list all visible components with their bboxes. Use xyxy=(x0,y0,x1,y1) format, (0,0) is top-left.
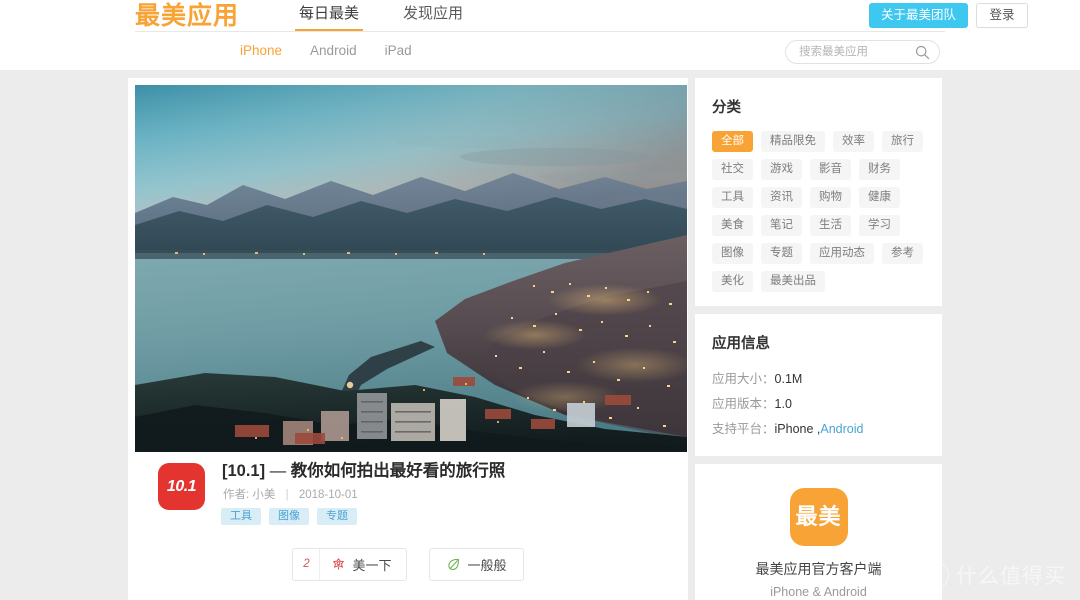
meh-button[interactable]: 一般般 xyxy=(428,548,524,581)
header-top-row: 最美应用 每日最美 发现应用 关于最美团队 登录 xyxy=(0,0,1080,32)
download-app-platforms: iPhone & Android xyxy=(770,585,867,599)
category-shopping[interactable]: 购物 xyxy=(810,187,851,208)
page-body: 10.1 [10.1] — 教你如何拍出最好看的旅行照 作者: 小美 | 201… xyxy=(0,70,1080,600)
header-bottom-row: iPhone Android iPad xyxy=(0,32,1080,70)
site-header: 最美应用 每日最美 发现应用 关于最美团队 登录 iPhone Android … xyxy=(0,0,1080,70)
category-list: 全部 精品限免 效率 旅行 社交 游戏 影音 财务 工具 资讯 购物 健康 美食… xyxy=(712,131,925,292)
platform-filter: iPhone Android iPad xyxy=(240,43,412,58)
category-travel[interactable]: 旅行 xyxy=(882,131,923,152)
nav-tab-discover[interactable]: 发现应用 xyxy=(399,0,467,32)
flower-icon xyxy=(333,558,345,570)
watermark-text: 什么值得买 xyxy=(956,565,1066,588)
article-meta: 作者: 小美 | 2018-10-01 xyxy=(223,486,358,502)
search-box[interactable] xyxy=(785,40,940,64)
app-platform-value: iPhone , xyxy=(774,422,821,436)
tag-topic[interactable]: 专题 xyxy=(317,508,357,525)
category-games[interactable]: 游戏 xyxy=(761,159,802,180)
like-label: 美一下 xyxy=(352,558,392,573)
app-version-value: 1.0 xyxy=(774,397,792,411)
like-label-wrap: 美一下 xyxy=(320,549,405,580)
meh-label: 一般般 xyxy=(467,558,507,573)
platform-tab-ipad[interactable]: iPad xyxy=(385,43,412,58)
category-tools[interactable]: 工具 xyxy=(712,187,753,208)
reaction-bar: 2 美一下 一般般 xyxy=(128,548,688,581)
platform-tab-iphone[interactable]: iPhone xyxy=(240,43,282,58)
author-label: 作者: xyxy=(223,489,250,501)
title-rest: 教你如何拍出最好看的旅行照 xyxy=(290,462,506,480)
app-platform-android-link[interactable]: Android xyxy=(820,422,863,436)
tag-tool[interactable]: 工具 xyxy=(221,508,261,525)
category-social[interactable]: 社交 xyxy=(712,159,753,180)
hero-photo-illustration xyxy=(135,85,687,452)
category-customization[interactable]: 美化 xyxy=(712,271,753,292)
about-team-button[interactable]: 关于最美团队 xyxy=(868,3,968,28)
meta-separator: | xyxy=(285,489,289,501)
categories-card: 分类 全部 精品限免 效率 旅行 社交 游戏 影音 财务 工具 资讯 购物 健康… xyxy=(695,78,942,306)
app-info-title: 应用信息 xyxy=(712,336,770,352)
category-food[interactable]: 美食 xyxy=(712,215,753,236)
page-title: [10.1] — 教你如何拍出最好看的旅行照 xyxy=(222,460,505,482)
category-notes[interactable]: 笔记 xyxy=(761,215,802,236)
app-size-row: 应用大小：0.1M xyxy=(712,367,925,392)
title-bracket: [10.1] xyxy=(222,462,266,480)
category-media[interactable]: 影音 xyxy=(810,159,851,180)
download-app-name: 最美应用官方客户端 xyxy=(755,561,882,577)
title-dash: — xyxy=(265,462,291,480)
category-efficiency[interactable]: 效率 xyxy=(833,131,874,152)
app-version-label: 应用版本： xyxy=(712,397,775,411)
avatar: 10.1 xyxy=(158,463,205,510)
category-study[interactable]: 学习 xyxy=(859,215,900,236)
categories-title: 分类 xyxy=(712,100,741,116)
leaf-icon xyxy=(447,558,459,570)
app-platform-label: 支持平台： xyxy=(712,422,775,436)
app-info-card: 应用信息 应用大小：0.1M 应用版本：1.0 支持平台：iPhone ,And… xyxy=(695,314,942,456)
app-size-label: 应用大小： xyxy=(712,372,775,386)
search-icon[interactable] xyxy=(915,45,930,60)
main-nav: 每日最美 发现应用 xyxy=(295,0,467,32)
category-premium-free[interactable]: 精品限免 xyxy=(761,131,825,152)
article-card: 10.1 [10.1] — 教你如何拍出最好看的旅行照 作者: 小美 | 201… xyxy=(128,78,688,600)
hero-image xyxy=(135,85,687,452)
category-all[interactable]: 全部 xyxy=(712,131,753,152)
tag-list: 工具 图像 专题 xyxy=(221,508,357,525)
category-finance[interactable]: 财务 xyxy=(859,159,900,180)
tag-image[interactable]: 图像 xyxy=(269,508,309,525)
category-topic[interactable]: 专题 xyxy=(761,243,802,264)
category-zuimei-original[interactable]: 最美出品 xyxy=(761,271,825,292)
app-version-row: 应用版本：1.0 xyxy=(712,392,925,417)
app-platform-row: 支持平台：iPhone ,Android xyxy=(712,417,925,442)
search-input[interactable] xyxy=(799,41,909,63)
category-news[interactable]: 资讯 xyxy=(761,187,802,208)
download-card: 最美 最美应用官方客户端 iPhone & Android 下载 xyxy=(695,464,942,600)
watermark: 值 什么值得买 xyxy=(922,560,1066,590)
app-icon: 最美 xyxy=(789,488,848,546)
category-app-news[interactable]: 应用动态 xyxy=(810,243,874,264)
publish-date: 2018-10-01 xyxy=(298,489,358,501)
app-size-value: 0.1M xyxy=(774,372,803,386)
login-button[interactable]: 登录 xyxy=(976,3,1028,28)
category-life[interactable]: 生活 xyxy=(810,215,851,236)
category-health[interactable]: 健康 xyxy=(859,187,900,208)
site-logo[interactable]: 最美应用 xyxy=(135,1,239,31)
sidebar: 分类 全部 精品限免 效率 旅行 社交 游戏 影音 财务 工具 资讯 购物 健康… xyxy=(695,78,942,600)
category-reference[interactable]: 参考 xyxy=(882,243,923,264)
like-count: 2 xyxy=(293,549,321,580)
author-name: 小美 xyxy=(252,489,276,501)
nav-tab-daily[interactable]: 每日最美 xyxy=(295,0,364,32)
like-button[interactable]: 2 美一下 xyxy=(292,548,407,581)
category-image[interactable]: 图像 xyxy=(712,243,753,264)
platform-tab-android[interactable]: Android xyxy=(310,43,357,58)
